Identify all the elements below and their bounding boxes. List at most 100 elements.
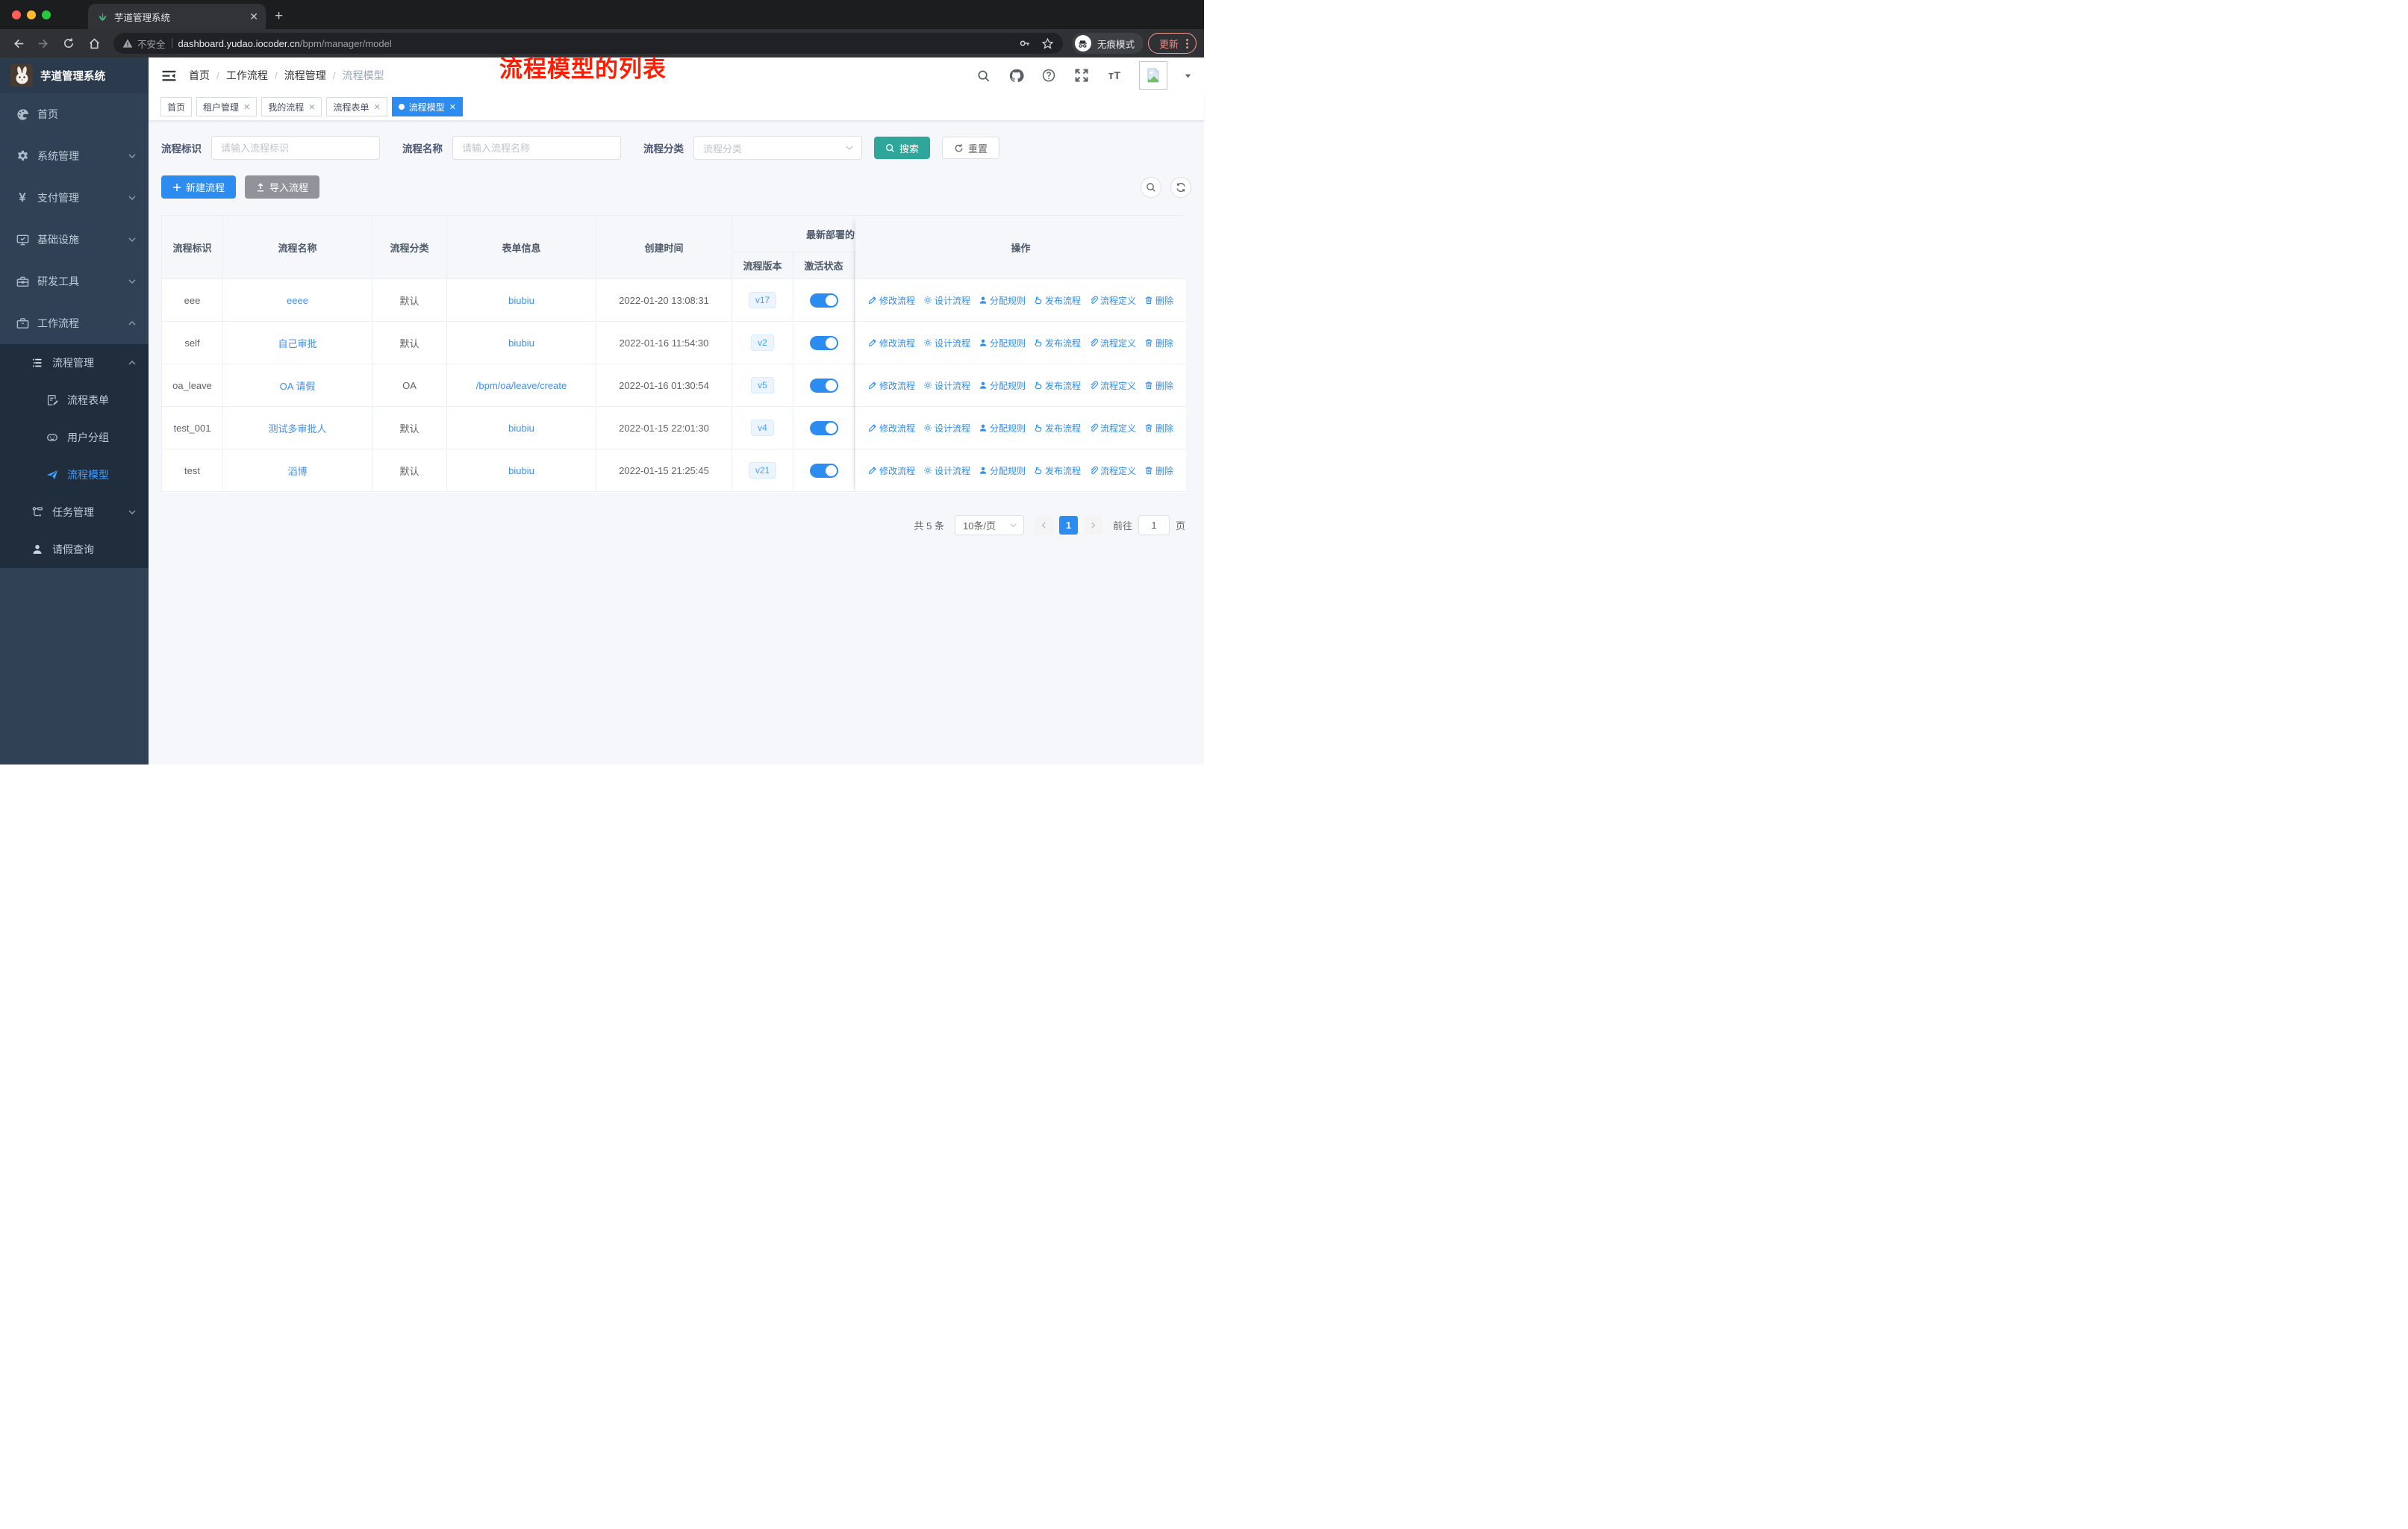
version-tag[interactable]: v17	[748, 291, 777, 309]
action-delete-link[interactable]: 删除	[1144, 294, 1173, 307]
form-info-link[interactable]: /bpm/oa/leave/create	[476, 380, 567, 391]
tag-process-form[interactable]: 流程表单 ✕	[326, 97, 387, 116]
action-assign-link[interactable]: 分配规则	[979, 294, 1026, 307]
window-controls[interactable]	[0, 0, 61, 29]
active-toggle[interactable]	[809, 420, 838, 435]
form-info-link[interactable]: biubiu	[508, 465, 534, 476]
action-edit-link[interactable]: 修改流程	[868, 422, 915, 435]
close-icon[interactable]: ✕	[449, 102, 456, 112]
filter-category-select[interactable]: 流程分类	[693, 136, 862, 160]
version-tag[interactable]: v21	[748, 461, 777, 479]
sidebar-item-process-form[interactable]: 流程表单	[0, 382, 149, 419]
action-delete-link[interactable]: 删除	[1144, 464, 1173, 477]
new-tab-button[interactable]: +	[275, 8, 283, 25]
github-icon[interactable]	[1008, 67, 1024, 84]
action-delete-link[interactable]: 删除	[1144, 379, 1173, 392]
form-info-link[interactable]: biubiu	[508, 295, 534, 306]
process-name-link[interactable]: 自己审批	[278, 336, 316, 350]
key-icon[interactable]	[1019, 37, 1031, 49]
sidebar-item-devtools[interactable]: 研发工具	[0, 261, 149, 302]
toggle-search-button[interactable]	[1141, 176, 1161, 198]
process-name-link[interactable]: 滔博	[287, 464, 307, 478]
prev-page-button[interactable]	[1034, 516, 1053, 535]
action-design-link[interactable]: 设计流程	[923, 464, 970, 477]
app-logo[interactable]: 芋道管理系统	[0, 57, 149, 93]
sidebar-item-infra[interactable]: 基础设施	[0, 219, 149, 261]
action-delete-link[interactable]: 删除	[1144, 337, 1173, 349]
breadcrumb-process-manage[interactable]: 流程管理	[284, 68, 326, 83]
sidebar-item-home[interactable]: 首页	[0, 93, 149, 135]
tag-process-model[interactable]: 流程模型 ✕	[391, 97, 463, 116]
sidebar-item-user-group[interactable]: 用户分组	[0, 419, 149, 456]
refresh-table-button[interactable]	[1170, 176, 1191, 198]
action-publish-link[interactable]: 发布流程	[1034, 422, 1081, 435]
process-name-link[interactable]: OA 请假	[280, 379, 316, 393]
action-design-link[interactable]: 设计流程	[923, 294, 970, 307]
home-icon[interactable]	[84, 33, 105, 54]
action-assign-link[interactable]: 分配规则	[979, 422, 1026, 435]
reset-button[interactable]: 重置	[942, 137, 1000, 159]
sidebar-item-task-manage[interactable]: 任务管理	[0, 493, 149, 531]
active-toggle[interactable]	[809, 463, 838, 478]
action-publish-link[interactable]: 发布流程	[1034, 337, 1081, 349]
import-process-button[interactable]: 导入流程	[245, 175, 320, 199]
sidebar-item-process-manage[interactable]: 流程管理	[0, 344, 149, 382]
action-publish-link[interactable]: 发布流程	[1034, 379, 1081, 392]
reload-icon[interactable]	[58, 33, 79, 54]
minimize-window-button[interactable]	[27, 10, 36, 19]
close-icon[interactable]: ✕	[308, 102, 315, 112]
close-icon[interactable]: ✕	[243, 102, 250, 112]
action-assign-link[interactable]: 分配规则	[979, 379, 1026, 392]
tag-my-process[interactable]: 我的流程 ✕	[261, 97, 322, 116]
breadcrumb-workflow[interactable]: 工作流程	[226, 68, 268, 83]
action-definition-link[interactable]: 流程定义	[1089, 379, 1136, 392]
active-toggle[interactable]	[809, 335, 838, 350]
action-definition-link[interactable]: 流程定义	[1089, 294, 1136, 307]
page-size-select[interactable]: 10条/页	[954, 515, 1024, 535]
browser-tab[interactable]: 芋道管理系统 ✕	[88, 4, 266, 29]
collapse-sidebar-icon[interactable]	[160, 67, 177, 84]
version-tag[interactable]: v5	[751, 376, 774, 394]
avatar[interactable]	[1139, 61, 1167, 90]
process-name-link[interactable]: eeee	[287, 295, 308, 306]
version-tag[interactable]: v2	[751, 334, 774, 352]
tab-close-icon[interactable]: ✕	[249, 11, 258, 22]
zoom-window-button[interactable]	[42, 10, 51, 19]
action-definition-link[interactable]: 流程定义	[1089, 422, 1136, 435]
close-window-button[interactable]	[12, 10, 21, 19]
action-design-link[interactable]: 设计流程	[923, 379, 970, 392]
bookmark-star-icon[interactable]	[1041, 37, 1054, 50]
process-name-link[interactable]: 测试多审批人	[268, 421, 326, 435]
form-info-link[interactable]: biubiu	[508, 423, 534, 434]
search-icon[interactable]	[975, 67, 991, 84]
action-edit-link[interactable]: 修改流程	[868, 464, 915, 477]
goto-page-input[interactable]	[1138, 515, 1170, 535]
action-assign-link[interactable]: 分配规则	[979, 337, 1026, 349]
action-publish-link[interactable]: 发布流程	[1034, 294, 1081, 307]
active-toggle[interactable]	[809, 378, 838, 393]
security-warning[interactable]: 不安全	[122, 37, 166, 51]
filter-name-input[interactable]	[452, 136, 621, 160]
tag-tenant[interactable]: 租户管理 ✕	[196, 97, 258, 116]
version-tag[interactable]: v4	[751, 419, 774, 437]
action-design-link[interactable]: 设计流程	[923, 337, 970, 349]
action-definition-link[interactable]: 流程定义	[1089, 337, 1136, 349]
action-publish-link[interactable]: 发布流程	[1034, 464, 1081, 477]
action-definition-link[interactable]: 流程定义	[1089, 464, 1136, 477]
filter-id-input[interactable]	[211, 136, 380, 160]
update-button[interactable]: 更新	[1147, 33, 1197, 54]
breadcrumb-home[interactable]: 首页	[189, 68, 210, 83]
sidebar-item-leave-query[interactable]: 请假查询	[0, 531, 149, 568]
action-edit-link[interactable]: 修改流程	[868, 294, 915, 307]
action-design-link[interactable]: 设计流程	[923, 422, 970, 435]
sidebar-item-workflow[interactable]: 工作流程	[0, 302, 149, 344]
help-icon[interactable]	[1041, 67, 1057, 84]
action-edit-link[interactable]: 修改流程	[868, 337, 915, 349]
sidebar-item-payment[interactable]: ¥ 支付管理	[0, 177, 149, 219]
sidebar-item-system[interactable]: 系统管理	[0, 135, 149, 177]
sidebar-item-process-model[interactable]: 流程模型	[0, 456, 149, 493]
search-button[interactable]: 搜索	[874, 137, 931, 159]
tag-home[interactable]: 首页	[160, 97, 193, 116]
avatar-caret-icon[interactable]	[1184, 72, 1192, 80]
next-page-button[interactable]	[1083, 516, 1102, 535]
